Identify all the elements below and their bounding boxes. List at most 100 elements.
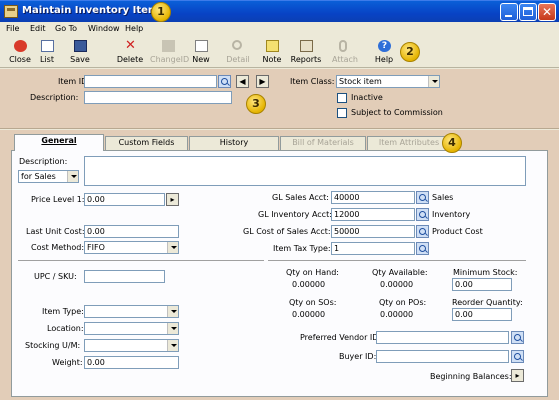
title-bar: Maintain Inventory Items 1 ✕ [0,0,559,22]
buyer-id-input[interactable] [376,350,509,363]
inactive-checkbox[interactable] [337,93,347,103]
close-window-button[interactable]: ✕ [538,3,556,21]
gl-inventory-desc: Inventory [432,210,471,219]
reports-toolbar-button[interactable]: Reports [291,39,321,67]
delete-label: Delete [116,55,144,64]
cost-method-select[interactable]: FIFO [84,241,179,254]
previous-record-button[interactable]: ◀ [236,75,249,88]
item-tax-lookup-icon[interactable] [416,242,429,255]
minimum-stock-input[interactable]: 0.00 [452,278,512,291]
stocking-um-select[interactable] [84,339,179,352]
subject-to-commission-checkbox[interactable] [337,108,347,118]
item-type-label: Item Type: [42,307,84,316]
item-header-panel: Item ID: ◀ ▶ Description: 3 Item Class: … [0,69,559,129]
help-toolbar-button[interactable]: ? Help [370,39,398,67]
help-label: Help [374,55,394,64]
cost-method-value: FIFO [87,243,105,252]
detail-toolbar-button[interactable]: Detail [224,39,252,67]
note-toolbar-button[interactable]: Note [258,39,286,67]
new-document-icon [195,40,208,52]
item-id-lookup-icon[interactable] [218,75,231,88]
qty-available-label: Qty Available: [372,268,428,277]
callout-badge-3: 3 [246,94,266,114]
general-description-label: Description: [19,157,68,166]
menu-window[interactable]: Window [88,24,120,33]
attach-toolbar-button[interactable]: Attach [331,39,359,67]
gl-inventory-acct-label: GL Inventory Acct: [258,210,332,219]
note-icon [266,40,279,52]
subject-to-commission-label: Subject to Commission [351,108,443,117]
next-record-button[interactable]: ▶ [256,75,269,88]
item-tax-type-input[interactable]: 1 [331,242,415,255]
beginning-balances-button[interactable]: ▸ [511,369,524,382]
vendor-lookup-icon[interactable] [511,331,524,344]
new-toolbar-button[interactable]: New [187,39,215,67]
location-select[interactable] [84,322,179,335]
delete-toolbar-button[interactable]: ✕ Delete [116,39,144,67]
paperclip-icon [339,40,347,52]
tab-bill-of-materials[interactable]: Bill of Materials [280,136,366,150]
item-id-input[interactable] [84,75,217,88]
close-x-icon: ✕ [541,5,553,19]
qty-available-value: 0.00000 [380,280,414,289]
preferred-vendor-id-input[interactable] [376,331,509,344]
gl-cost-lookup-icon[interactable] [416,225,429,238]
menu-edit[interactable]: Edit [30,24,46,33]
gl-cost-of-sales-label: GL Cost of Sales Acct: [243,227,331,236]
tab-custom-fields[interactable]: Custom Fields [105,136,188,150]
changeid-toolbar-button[interactable]: ChangeID [150,39,189,67]
weight-input[interactable]: 0.00 [84,356,179,369]
detail-label: Detail [226,55,250,64]
maximize-button[interactable] [519,3,537,21]
window-title: Maintain Inventory Items [22,5,165,16]
arrow-right-icon: ▸ [515,371,520,380]
price-level-input[interactable]: 0.00 [84,193,165,206]
last-unit-cost-input[interactable]: 0.00 [84,225,179,238]
minimum-stock-label: Minimum Stock: [453,268,518,277]
arrow-right-icon: ▸ [170,195,175,204]
upc-sku-input[interactable] [84,270,165,283]
attach-label: Attach [332,55,358,64]
last-unit-cost-label: Last Unit Cost: [26,227,85,236]
description-input[interactable] [84,91,232,104]
item-type-select[interactable] [84,305,179,318]
item-class-select[interactable]: Stock item [336,75,440,88]
callout-badge-4: 4 [442,133,462,153]
list-label: List [40,55,54,64]
menu-goto[interactable]: Go To [55,24,77,33]
description-label: Description: [30,93,79,102]
minimize-button[interactable] [500,3,518,21]
tab-item-attributes[interactable]: Item Attributes [367,136,451,150]
qty-on-pos-value: 0.00000 [380,310,414,319]
gl-inventory-lookup-icon[interactable] [416,208,429,221]
inactive-label: Inactive [351,93,383,102]
toolbar: Close List Save ✕ Delete ChangeID New De… [0,38,559,68]
gl-cost-of-sales-input[interactable]: 50000 [331,225,415,238]
menu-bar: File Edit Go To Window Help [0,22,559,38]
menu-help[interactable]: Help [125,24,143,33]
tab-history[interactable]: History [189,136,279,150]
gl-inventory-acct-input[interactable]: 12000 [331,208,415,221]
arrow-right-icon: ▶ [259,77,266,86]
qty-on-sos-label: Qty on SOs: [289,298,337,307]
gl-sales-desc: Sales [432,193,454,202]
callout-badge-1: 1 [151,2,171,22]
item-tax-type-label: Item Tax Type: [273,244,331,253]
save-label: Save [70,55,90,64]
gl-sales-acct-input[interactable]: 40000 [331,191,415,204]
stocking-um-label: Stocking U/M: [25,341,81,350]
gl-sales-lookup-icon[interactable] [416,191,429,204]
chevron-down-icon [428,76,439,87]
menu-file[interactable]: File [6,24,19,33]
tab-general[interactable]: General [14,134,104,151]
description-for-select[interactable]: for Sales [18,170,79,183]
list-toolbar-button[interactable]: List [33,39,61,67]
qty-on-hand-value: 0.00000 [292,280,326,289]
save-toolbar-button[interactable]: Save [66,39,94,67]
changeid-icon [162,40,175,52]
price-level-button[interactable]: ▸ [166,193,179,206]
sales-description-textarea[interactable] [84,156,526,186]
reorder-quantity-input[interactable]: 0.00 [452,308,512,321]
chevron-down-icon [67,171,78,182]
buyer-lookup-icon[interactable] [511,350,524,363]
